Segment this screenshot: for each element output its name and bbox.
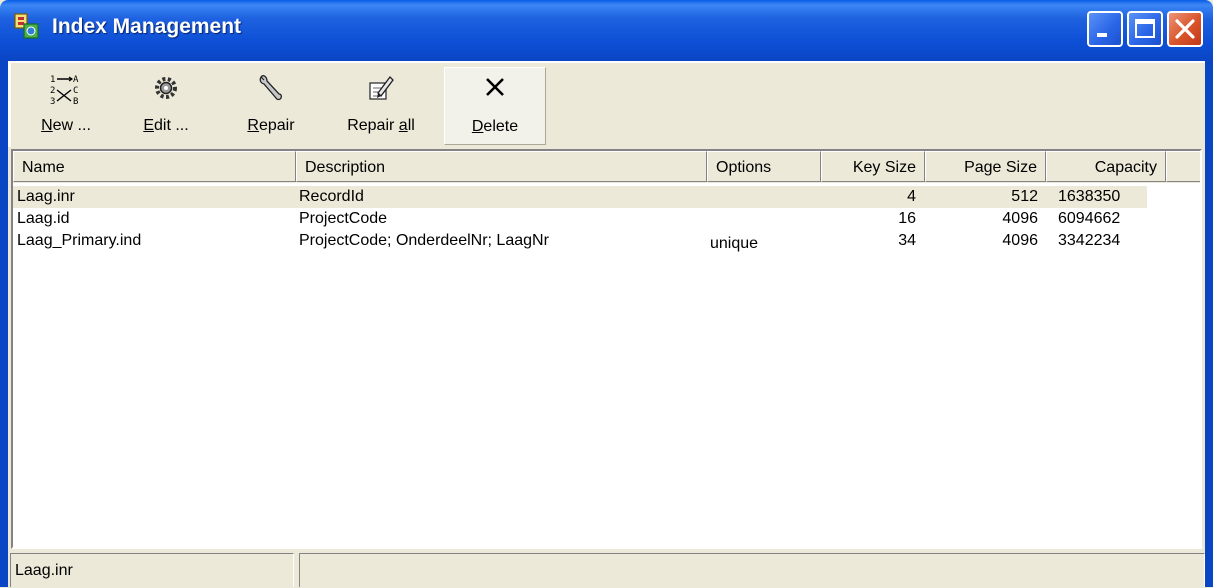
cell-description: ProjectCode; OnderdeelNr; LaagNr: [299, 232, 549, 249]
maximize-button[interactable]: [1127, 11, 1163, 47]
svg-text:C: C: [73, 86, 78, 96]
toolbar: 1 2 3 A C B New ... Edit ... Repair Repa…: [8, 61, 1205, 147]
cell-description: RecordId: [299, 188, 364, 205]
column-header-description[interactable]: Description: [296, 151, 707, 182]
sort-numbers-letters-icon: 1 2 3 A C B: [49, 73, 83, 114]
cross-icon: [482, 74, 508, 105]
maximize-icon: [1135, 19, 1155, 38]
cell-description: ProjectCode: [299, 210, 388, 227]
wrench-icon: [256, 73, 286, 108]
svg-text:A: A: [73, 75, 79, 85]
status-panel-info: [299, 553, 1205, 587]
cell-name: Laag.id: [17, 210, 70, 227]
table-row[interactable]: Laag.id ProjectCode 16 4096 6094662: [13, 208, 1200, 230]
column-header-name[interactable]: Name: [13, 151, 296, 182]
gear-icon: [151, 73, 181, 108]
window-title: Index Management: [52, 15, 242, 38]
edit-button[interactable]: Edit ...: [131, 67, 201, 143]
cell-options: unique: [710, 235, 759, 252]
cell-page-size: 4096: [1002, 210, 1038, 227]
svg-text:B: B: [73, 97, 78, 107]
close-button[interactable]: [1167, 11, 1203, 47]
window-border-left: [0, 61, 8, 587]
minimize-button[interactable]: [1087, 11, 1123, 47]
cell-name: Laag.inr: [17, 188, 75, 205]
column-header-filler: [1166, 151, 1200, 182]
minimize-icon: [1097, 33, 1107, 37]
svg-text:2: 2: [50, 86, 55, 96]
cell-key-size: 34: [898, 232, 916, 249]
column-header-options[interactable]: Options: [707, 151, 821, 182]
delete-button[interactable]: Delete: [444, 67, 546, 145]
index-list[interactable]: Name Description Options Key Size Page S…: [11, 149, 1202, 549]
cell-page-size: 512: [1011, 188, 1038, 205]
svg-text:1: 1: [50, 75, 55, 85]
column-header-page-size[interactable]: Page Size: [925, 151, 1046, 182]
cell-name: Laag_Primary.ind: [17, 232, 142, 249]
app-icon: [12, 12, 42, 42]
table-row[interactable]: Laag_Primary.ind ProjectCode; OnderdeelN…: [13, 230, 1200, 252]
svg-text:3: 3: [50, 97, 55, 107]
status-bar: Laag.inr: [8, 550, 1205, 587]
repair-button[interactable]: Repair: [236, 67, 306, 143]
column-header-capacity[interactable]: Capacity: [1046, 151, 1166, 182]
status-panel-selection: Laag.inr: [10, 553, 294, 587]
new-button[interactable]: 1 2 3 A C B New ...: [31, 67, 101, 143]
cell-key-size: 16: [898, 210, 916, 227]
pencil-edit-icon: [366, 73, 396, 108]
list-header: Name Description Options Key Size Page S…: [13, 151, 1200, 183]
cell-capacity: 6094662: [1058, 210, 1121, 227]
cell-page-size: 4096: [1002, 232, 1038, 249]
table-row[interactable]: Laag.inr RecordId 4 512 1638350: [13, 186, 1147, 208]
close-icon: [1175, 19, 1195, 39]
column-header-key-size[interactable]: Key Size: [821, 151, 925, 182]
cell-capacity: 3342234: [1058, 232, 1121, 249]
cell-capacity: 1638350: [1058, 188, 1121, 205]
window-border-right: [1205, 61, 1213, 587]
title-bar[interactable]: Index Management: [0, 0, 1213, 61]
repair-all-button[interactable]: Repair all: [331, 67, 431, 143]
cell-key-size: 4: [907, 188, 916, 205]
